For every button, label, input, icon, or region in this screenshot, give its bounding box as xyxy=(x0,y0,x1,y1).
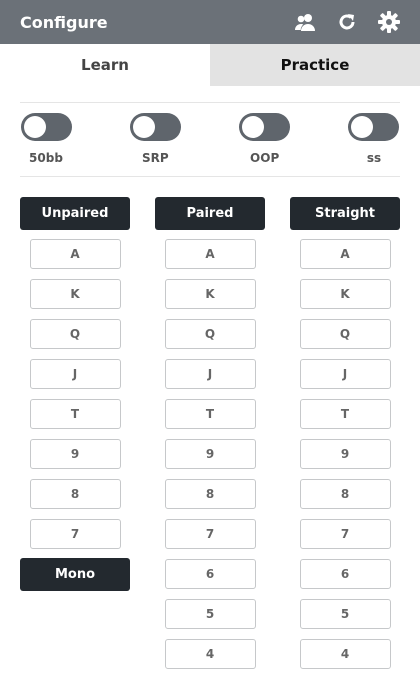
rank-button[interactable]: 8 xyxy=(299,479,391,509)
rank-button[interactable]: 8 xyxy=(164,479,256,509)
column-straight: Straight A K Q J T 9 8 7 6 5 4 xyxy=(290,197,400,679)
toggle-knob xyxy=(351,116,374,138)
straight-button[interactable]: Straight xyxy=(290,197,400,230)
rank-button[interactable]: 9 xyxy=(164,439,256,469)
toggle-oop[interactable] xyxy=(239,113,291,141)
tab-learn[interactable]: Learn xyxy=(0,44,210,86)
rank-button[interactable]: 9 xyxy=(299,439,391,469)
rank-button[interactable]: Q xyxy=(164,319,256,349)
rank-button[interactable]: Q xyxy=(29,319,121,349)
users-icon[interactable] xyxy=(294,11,316,33)
column-unpaired: Unpaired A K Q J T 9 8 7 Mono xyxy=(20,197,130,591)
rank-button[interactable]: 4 xyxy=(299,639,391,669)
toggle-knob xyxy=(23,116,46,138)
toggle-50bb-label: 50bb xyxy=(29,151,63,165)
toggle-50bb[interactable] xyxy=(20,113,72,141)
header-icons xyxy=(294,11,400,33)
toggle-oop-group: OOP xyxy=(239,113,291,176)
toggle-ss-label: ss xyxy=(366,151,382,165)
page-title: Configure xyxy=(20,12,108,32)
toggle-knob xyxy=(132,116,155,138)
rank-button[interactable]: 6 xyxy=(164,559,256,589)
tab-bar: Learn Practice xyxy=(0,44,420,86)
rank-button[interactable]: 5 xyxy=(164,599,256,629)
rank-button[interactable]: A xyxy=(299,239,391,269)
rank-button[interactable]: T xyxy=(299,399,391,429)
rank-button[interactable]: T xyxy=(164,399,256,429)
rank-button[interactable]: 6 xyxy=(299,559,391,589)
rank-button[interactable]: K xyxy=(164,279,256,309)
toggle-srp-label: SRP xyxy=(141,151,169,165)
rank-button[interactable]: K xyxy=(29,279,121,309)
rank-button[interactable]: K xyxy=(299,279,391,309)
mono-button[interactable]: Mono xyxy=(20,558,130,591)
toggle-50bb-group: 50bb xyxy=(20,113,72,176)
rank-button[interactable]: 4 xyxy=(164,639,256,669)
rank-button[interactable]: 7 xyxy=(29,519,121,549)
gear-icon[interactable] xyxy=(378,11,400,33)
rank-button[interactable]: A xyxy=(164,239,256,269)
rank-button[interactable]: 7 xyxy=(299,519,391,549)
rank-button[interactable]: 8 xyxy=(29,479,121,509)
rank-button[interactable]: J xyxy=(29,359,121,389)
rank-button[interactable]: T xyxy=(29,399,121,429)
toggle-srp[interactable] xyxy=(129,113,181,141)
unpaired-button[interactable]: Unpaired xyxy=(20,197,130,230)
rank-button[interactable]: 7 xyxy=(164,519,256,549)
tab-practice[interactable]: Practice xyxy=(210,44,420,86)
rank-button[interactable]: A xyxy=(29,239,121,269)
rank-button[interactable]: 9 xyxy=(29,439,121,469)
paired-button[interactable]: Paired xyxy=(155,197,265,230)
toggle-srp-group: SRP xyxy=(129,113,181,176)
rank-button[interactable]: 5 xyxy=(299,599,391,629)
rank-button[interactable]: J xyxy=(164,359,256,389)
board-columns: Unpaired A K Q J T 9 8 7 Mono Paired A K… xyxy=(0,177,420,677)
toggle-oop-label: OOP xyxy=(250,151,280,165)
toggle-ss-group: ss xyxy=(348,113,400,176)
toggle-ss[interactable] xyxy=(348,113,400,141)
rank-button[interactable]: J xyxy=(299,359,391,389)
toggle-row: 50bb SRP OOP ss xyxy=(0,103,420,176)
column-paired: Paired A K Q J T 9 8 7 6 5 4 xyxy=(155,197,265,679)
header-bar: Configure xyxy=(0,0,420,44)
refresh-icon[interactable] xyxy=(336,11,358,33)
toggle-knob xyxy=(242,116,265,138)
rank-button[interactable]: Q xyxy=(299,319,391,349)
